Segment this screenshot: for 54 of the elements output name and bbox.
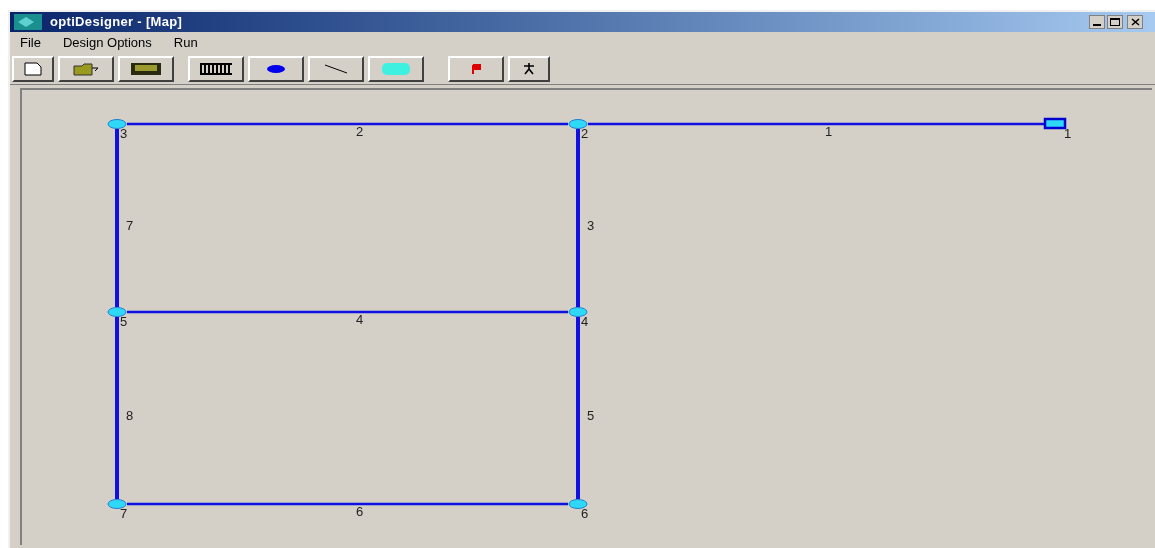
window-title: optiDesigner - [Map] xyxy=(50,13,183,32)
ellipse-icon xyxy=(267,64,285,73)
pipe-label: 1 xyxy=(825,124,833,139)
open-folder-button[interactable] xyxy=(58,55,114,82)
pipe-tool-button[interactable] xyxy=(188,55,244,82)
node-label: 5 xyxy=(120,314,128,329)
junction-node[interactable] xyxy=(107,119,127,129)
close-button[interactable] xyxy=(1127,15,1143,29)
pipe-label: 4 xyxy=(356,312,364,327)
node-label: 2 xyxy=(581,126,589,141)
pipe-line[interactable] xyxy=(127,502,568,506)
close-icon xyxy=(1130,18,1140,26)
node-label: 3 xyxy=(120,126,128,141)
figure-icon xyxy=(522,62,536,75)
pipe-label: 3 xyxy=(587,218,595,233)
junction-node[interactable] xyxy=(107,307,127,317)
menu-item[interactable]: File xyxy=(20,32,41,53)
line-icon xyxy=(324,63,348,74)
menu-item[interactable]: Design Options xyxy=(62,32,152,53)
node-label: 1 xyxy=(1064,126,1072,141)
minimize-button[interactable] xyxy=(1089,15,1105,29)
pipe-line[interactable] xyxy=(588,122,1045,126)
pipe-label: 8 xyxy=(126,408,134,423)
junction-node[interactable] xyxy=(107,499,127,509)
node-tool-button[interactable] xyxy=(248,55,304,82)
flag-icon xyxy=(471,63,481,74)
reservoir-node[interactable] xyxy=(1043,117,1067,130)
node-label: 4 xyxy=(581,314,589,329)
pipe-label: 6 xyxy=(356,504,364,519)
flag-tool-button[interactable] xyxy=(448,55,504,82)
save-button[interactable] xyxy=(118,55,174,82)
maximize-icon xyxy=(1110,18,1120,26)
folder-icon xyxy=(73,61,99,76)
pipe-line[interactable] xyxy=(127,122,568,126)
app-icon xyxy=(14,14,42,30)
pipe-label: 2 xyxy=(356,124,364,139)
menu-item[interactable]: Run xyxy=(173,32,198,53)
pipe-label: 5 xyxy=(587,408,595,423)
maximize-button[interactable] xyxy=(1107,15,1123,29)
line-tool-button[interactable] xyxy=(308,55,364,82)
node-label: 6 xyxy=(581,506,589,521)
run-tool-button[interactable] xyxy=(508,55,550,82)
node-label: 7 xyxy=(120,506,128,521)
bars-icon xyxy=(199,62,233,75)
tank-tool-button[interactable] xyxy=(368,55,424,82)
new-file-button[interactable] xyxy=(12,55,54,82)
blank-page-icon xyxy=(24,61,42,76)
rounded-rectangle-icon xyxy=(382,62,410,75)
junction-node[interactable] xyxy=(568,119,588,129)
junction-node[interactable] xyxy=(568,307,588,317)
pipe-label: 7 xyxy=(126,218,134,233)
junction-node[interactable] xyxy=(568,499,588,509)
pipe-line[interactable] xyxy=(127,310,568,314)
minimize-icon xyxy=(1093,24,1101,26)
